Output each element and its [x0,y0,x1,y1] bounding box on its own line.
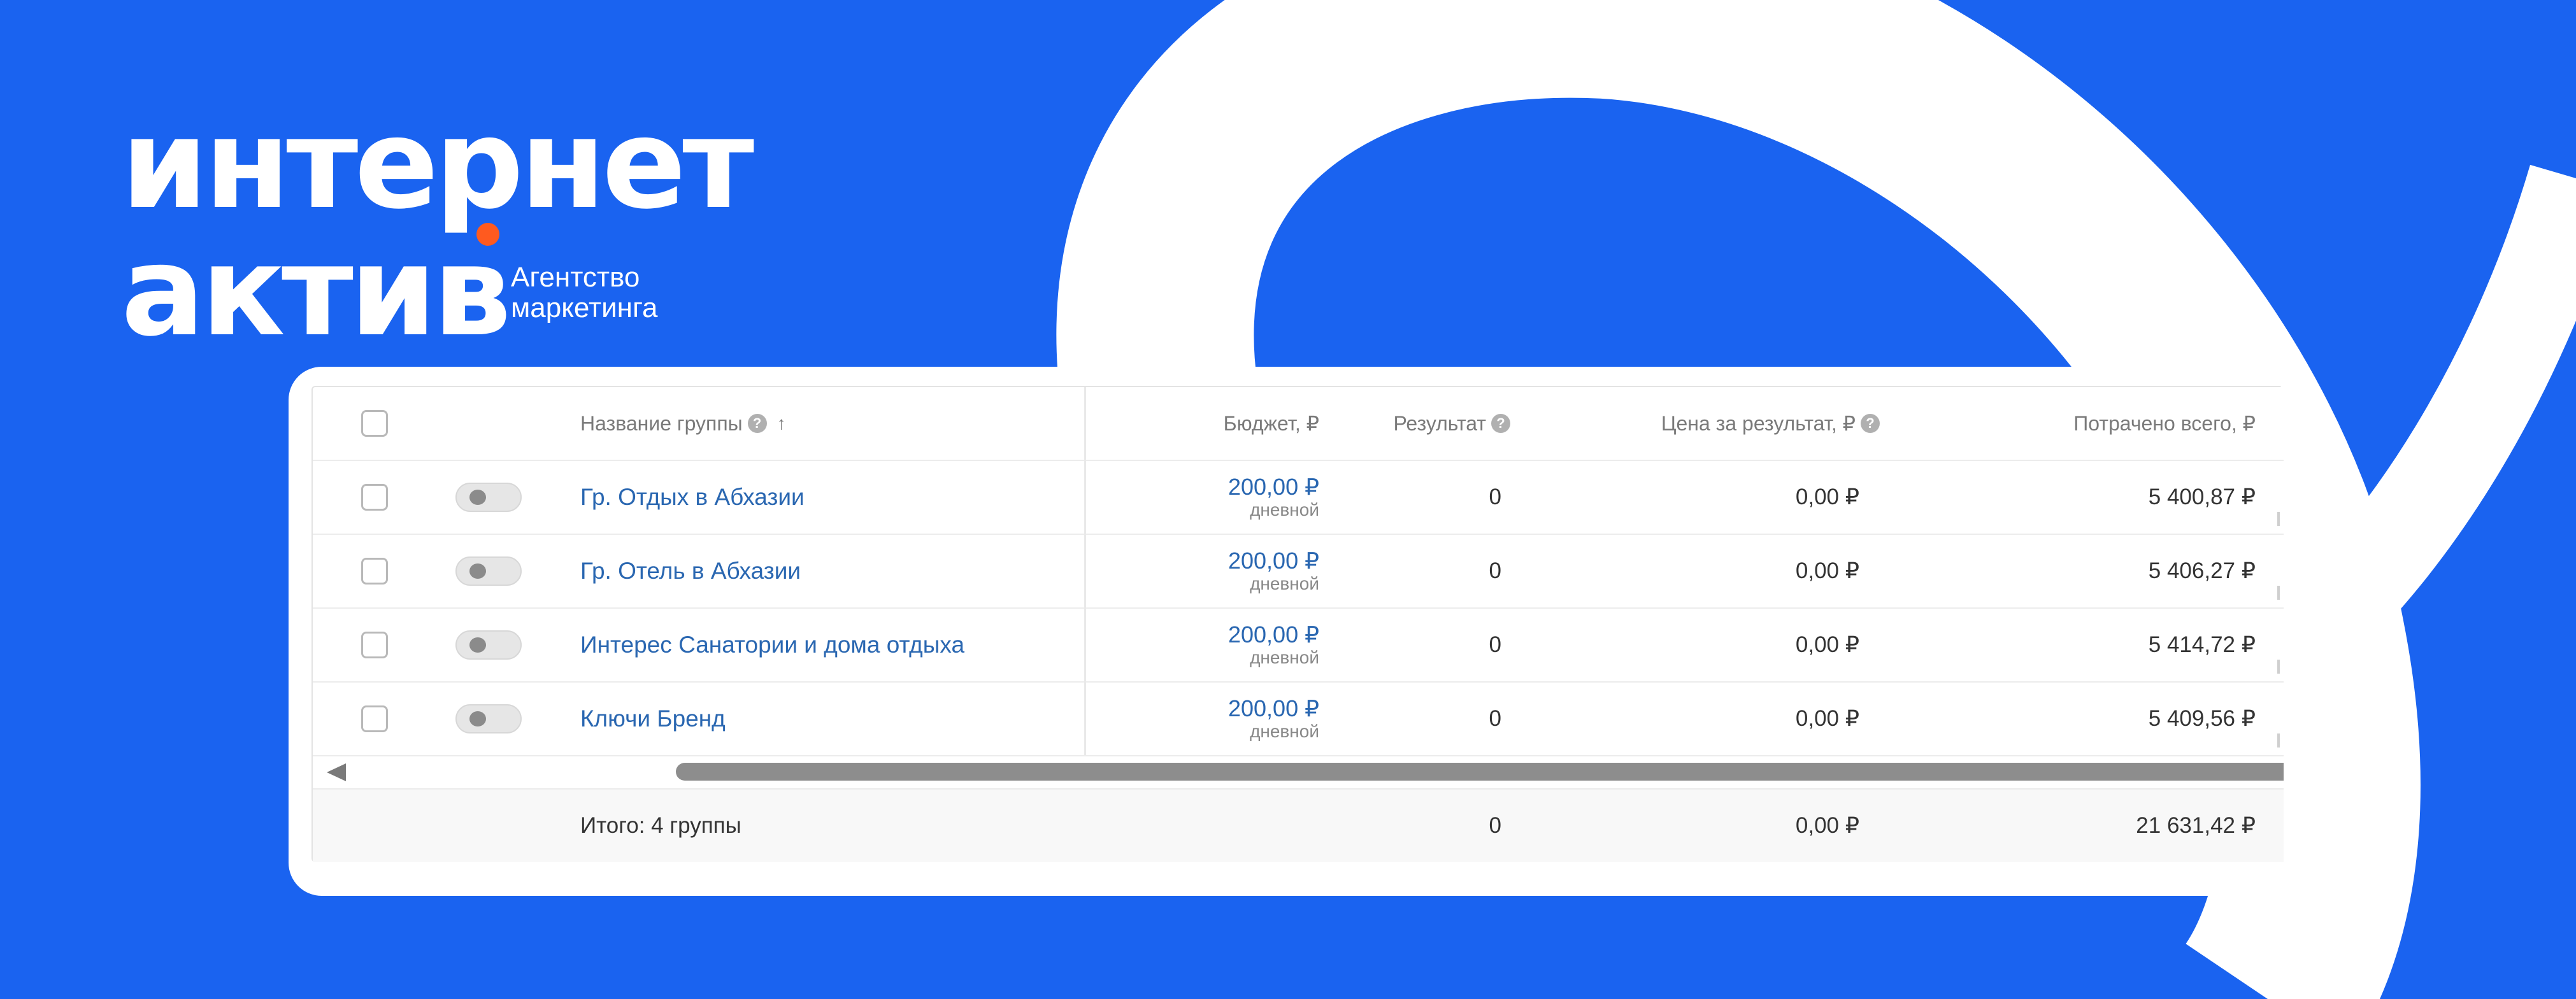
column-header-cost-per-result-label: Цена за результат, ₽ [1661,412,1856,435]
clipped-column-edge [2277,733,2280,747]
horizontal-scrollbar[interactable] [313,755,2284,790]
toggle-knob [469,490,486,505]
column-header-name[interactable]: Название группы ? ↑ [580,387,786,460]
result-value: 0 [1489,706,1501,731]
clipped-column-edge [2277,512,2280,526]
budget-period-label: дневной [1250,721,1319,741]
group-name-link[interactable]: Гр. Отдых в Абхазии [580,484,805,511]
scroll-left-arrow-icon[interactable] [327,763,346,781]
group-name-link[interactable]: Ключи Бренд [580,705,726,732]
column-header-budget[interactable]: Бюджет, ₽ [1115,387,1319,460]
help-circle-icon[interactable]: ? [747,414,767,433]
cost-per-result-value: 0,00 ₽ [1795,706,1859,731]
group-budget-link[interactable]: 200,00 ₽ [1228,622,1319,648]
group-status-toggle[interactable] [455,556,522,586]
result-value: 0 [1489,632,1501,657]
logo-dot-icon [476,223,499,246]
result-value: 0 [1489,558,1501,583]
budget-period-label: дневной [1250,648,1319,667]
group-status-toggle[interactable] [455,704,522,733]
group-name-link[interactable]: Гр. Отель в Абхазии [580,558,801,585]
spent-total-value: 5 414,72 ₽ [2148,632,2256,657]
clipped-column-edge [2277,660,2280,674]
column-header-spent-total[interactable]: Потрачено всего, ₽ [1905,387,2256,460]
table-row: Гр. Отдых в Абхазии 200,00 ₽ дневной 0 0… [313,461,2284,535]
table-footer-totals-row: Итого: 4 группы 0 0,00 ₽ 21 631,42 ₽ [313,790,2284,862]
toggle-knob [469,563,486,579]
row-checkbox[interactable] [361,632,388,658]
group-status-toggle[interactable] [455,630,522,660]
group-status-toggle[interactable] [455,483,522,512]
help-circle-icon[interactable]: ? [1491,414,1510,433]
logo-subtitle-line2: маркетинга [511,292,658,323]
row-checkbox[interactable] [361,484,388,511]
table-row: Ключи Бренд 200,00 ₽ дневной 0 0,00 ₽ 5 … [313,683,2284,756]
column-header-result-label: Результат [1393,411,1486,435]
logo-subtitle: Агентство маркетинга [511,262,658,323]
cost-per-result-value: 0,00 ₽ [1795,485,1859,509]
row-checkbox[interactable] [361,705,388,732]
row-checkbox[interactable] [361,558,388,585]
cost-per-result-value: 0,00 ₽ [1795,558,1859,583]
table-row: Гр. Отель в Абхазии 200,00 ₽ дневной 0 0… [313,535,2284,609]
group-budget-link[interactable]: 200,00 ₽ [1228,548,1319,574]
logo-subtitle-line1: Агентство [511,262,640,293]
group-budget-link[interactable]: 200,00 ₽ [1228,696,1319,721]
clipped-column-edge [2277,586,2280,600]
budget-period-label: дневной [1250,574,1319,593]
group-name-link[interactable]: Интерес Санатории и дома отдыха [580,632,964,658]
column-header-cost-per-result[interactable]: Цена за результат, ₽ ? [1542,387,1880,460]
result-value: 0 [1489,485,1501,509]
table-header-row: Название группы ? ↑ Бюджет, ₽ Результат … [313,387,2284,461]
spent-total-value: 5 406,27 ₽ [2148,558,2256,583]
sort-ascending-icon[interactable]: ↑ [777,413,786,434]
totals-label: Итого: 4 группы [580,813,741,838]
totals-cost-per-result-value: 0,00 ₽ [1795,813,1859,838]
spent-total-value: 5 400,87 ₽ [2148,485,2256,509]
spent-total-value: 5 409,56 ₽ [2148,706,2256,731]
logo-wordmark-line2: актив [121,219,512,364]
column-divider [1084,387,1086,755]
group-budget-link[interactable]: 200,00 ₽ [1228,474,1319,500]
select-all-checkbox[interactable] [361,410,388,437]
column-header-name-label: Название группы [580,411,743,435]
table-row: Интерес Санатории и дома отдыха 200,00 ₽… [313,609,2284,683]
totals-result-value: 0 [1489,813,1501,838]
toggle-knob [469,711,486,726]
ad-groups-table-card: Название группы ? ↑ Бюджет, ₽ Результат … [289,367,2284,896]
toggle-knob [469,637,486,653]
column-header-result[interactable]: Результат ? [1326,387,1510,460]
logo-wordmark-line1: интернет [121,92,754,236]
ad-groups-table: Название группы ? ↑ Бюджет, ₽ Результат … [311,386,2284,862]
budget-period-label: дневной [1250,500,1319,520]
help-circle-icon[interactable]: ? [1861,414,1880,433]
totals-spent-value: 21 631,42 ₽ [2136,813,2256,838]
scrollbar-thumb[interactable] [676,763,2284,781]
cost-per-result-value: 0,00 ₽ [1795,632,1859,657]
